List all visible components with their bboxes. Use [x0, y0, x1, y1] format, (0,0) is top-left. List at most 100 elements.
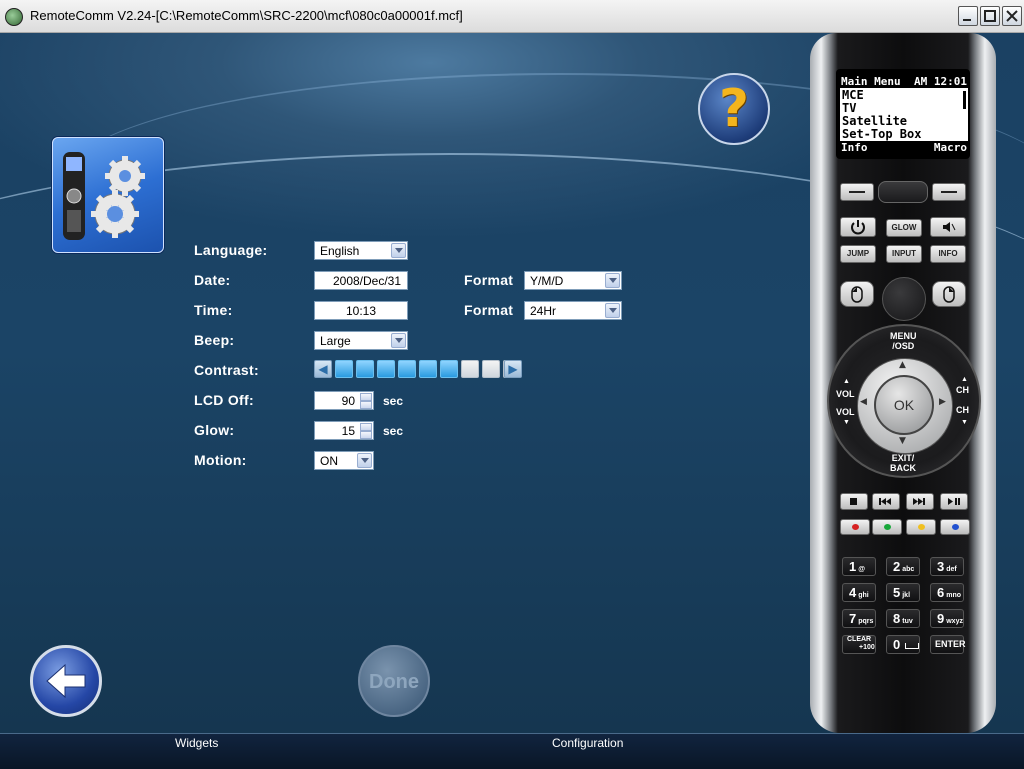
contrast-segment[interactable]: [335, 360, 353, 378]
key-0[interactable]: 0: [886, 635, 920, 654]
date-format-value: Y/M/D: [530, 274, 564, 288]
right-click-button[interactable]: [932, 281, 966, 307]
contrast-segment[interactable]: [440, 360, 458, 378]
key-6[interactable]: 6 mno: [930, 583, 964, 602]
play-pause-button[interactable]: [940, 493, 968, 510]
time-field[interactable]: 10:13: [314, 301, 408, 320]
lcd-softkey-right[interactable]: Macro: [934, 141, 967, 155]
green-button[interactable]: [872, 519, 902, 535]
ch-down-button[interactable]: CH: [956, 405, 969, 415]
softkey-right[interactable]: [932, 183, 966, 201]
softkey-left[interactable]: [840, 183, 874, 201]
language-select[interactable]: English: [314, 241, 408, 260]
left-click-button[interactable]: [840, 281, 874, 307]
lcd-menu-item[interactable]: Set-Top Box: [842, 128, 921, 141]
exit-back-button[interactable]: EXIT/ BACK: [890, 453, 916, 473]
maximize-button[interactable]: [980, 6, 1000, 26]
power-button[interactable]: [840, 217, 876, 237]
close-button[interactable]: [1002, 6, 1022, 26]
ok-button[interactable]: OK: [874, 375, 934, 435]
time-format-select[interactable]: 24Hr: [524, 301, 622, 320]
key-4[interactable]: 4 ghi: [842, 583, 876, 602]
chevron-down-icon[interactable]: [391, 243, 406, 258]
mouse-left-icon: [851, 286, 863, 303]
key-letters: tuv: [902, 618, 913, 625]
glow-button[interactable]: GLOW: [886, 219, 922, 237]
jump-button[interactable]: JUMP: [840, 245, 876, 263]
dpad-down-button[interactable]: ▼: [899, 436, 906, 446]
key-letters: ghi: [858, 592, 869, 599]
stepper-down-icon[interactable]: [360, 431, 372, 439]
chevron-down-icon[interactable]: [605, 303, 620, 318]
dpad-up-button[interactable]: ▲: [899, 360, 906, 370]
dpad-left-button[interactable]: ◀: [860, 397, 867, 407]
key-5[interactable]: 5 jkl: [886, 583, 920, 602]
contrast-slider[interactable]: ◀: [314, 359, 524, 379]
contrast-segment[interactable]: [461, 360, 479, 378]
contrast-segment[interactable]: [482, 360, 500, 378]
beep-select[interactable]: Large: [314, 331, 408, 350]
info-button[interactable]: INFO: [930, 245, 966, 263]
contrast-segment[interactable]: [398, 360, 416, 378]
key-8[interactable]: 8 tuv: [886, 609, 920, 628]
minimize-button[interactable]: [958, 6, 978, 26]
lcd-header-title: Main Menu: [841, 75, 901, 88]
yellow-button[interactable]: [906, 519, 936, 535]
bottom-tab-bar: Widgets Configuration: [0, 733, 1024, 769]
dpad-right-button[interactable]: ▶: [939, 397, 946, 407]
contrast-segment[interactable]: [356, 360, 374, 378]
key-letters: def: [946, 566, 957, 573]
motion-select[interactable]: ON: [314, 451, 374, 470]
key-3[interactable]: 3 def: [930, 557, 964, 576]
glow-label: Glow:: [194, 422, 235, 438]
tab-configuration[interactable]: Configuration: [552, 736, 623, 750]
stepper-up-icon[interactable]: [360, 393, 372, 401]
motion-label: Motion:: [194, 452, 247, 468]
menu-osd-button[interactable]: MENU /OSD: [890, 331, 917, 351]
vol-up-button[interactable]: VOL: [836, 389, 855, 399]
contrast-segment[interactable]: [419, 360, 437, 378]
clear-button[interactable]: CLEAR +100: [842, 635, 876, 654]
back-button[interactable]: [30, 645, 102, 717]
softkey-center[interactable]: [878, 181, 928, 203]
vol-down-button[interactable]: VOL: [836, 407, 855, 417]
key-7[interactable]: 7 pqrs: [842, 609, 876, 628]
stop-button[interactable]: [840, 493, 868, 510]
date-field[interactable]: 2008/Dec/31: [314, 271, 408, 290]
mute-button[interactable]: [930, 217, 966, 237]
stepper-down-icon[interactable]: [360, 401, 372, 409]
done-button[interactable]: Done: [358, 645, 430, 717]
key-digit: 9: [937, 611, 945, 626]
lcd-off-stepper[interactable]: 90: [314, 391, 374, 410]
lcd-off-label: LCD Off:: [194, 392, 254, 408]
stepper-up-icon[interactable]: [360, 423, 372, 431]
key-letters: pqrs: [858, 618, 874, 625]
date-format-select[interactable]: Y/M/D: [524, 271, 622, 290]
window-title: RemoteComm V2.24-[C:\RemoteComm\SRC-2200…: [30, 8, 463, 23]
motion-sensor-button[interactable]: [882, 277, 926, 321]
power-icon: [851, 220, 865, 235]
input-button[interactable]: INPUT: [886, 245, 922, 263]
lcd-softkey-left[interactable]: Info: [841, 141, 868, 155]
next-button[interactable]: [906, 493, 934, 510]
chevron-left-icon[interactable]: ◀: [314, 360, 332, 378]
previous-button[interactable]: [872, 493, 900, 510]
chevron-down-icon[interactable]: [357, 453, 372, 468]
ch-up-button[interactable]: CH: [956, 385, 969, 395]
help-button[interactable]: ?: [698, 73, 770, 145]
key-digit: 7: [849, 611, 857, 626]
chevron-down-icon[interactable]: [605, 273, 620, 288]
red-button[interactable]: [840, 519, 870, 535]
key-9[interactable]: 9 wxyz: [930, 609, 964, 628]
contrast-label: Contrast:: [194, 362, 259, 378]
key-2[interactable]: 2 abc: [886, 557, 920, 576]
blue-button[interactable]: [940, 519, 970, 535]
enter-button[interactable]: ENTER: [930, 635, 966, 654]
tab-widgets[interactable]: Widgets: [175, 736, 218, 750]
chevron-down-icon[interactable]: [391, 333, 406, 348]
chevron-right-icon[interactable]: ▶: [504, 360, 522, 378]
glow-stepper[interactable]: 15: [314, 421, 374, 440]
main-panel: ? Language: English Date: 2008/Dec/31 Fo…: [0, 33, 1024, 733]
key-1[interactable]: 1 @: [842, 557, 876, 576]
contrast-segment[interactable]: [377, 360, 395, 378]
